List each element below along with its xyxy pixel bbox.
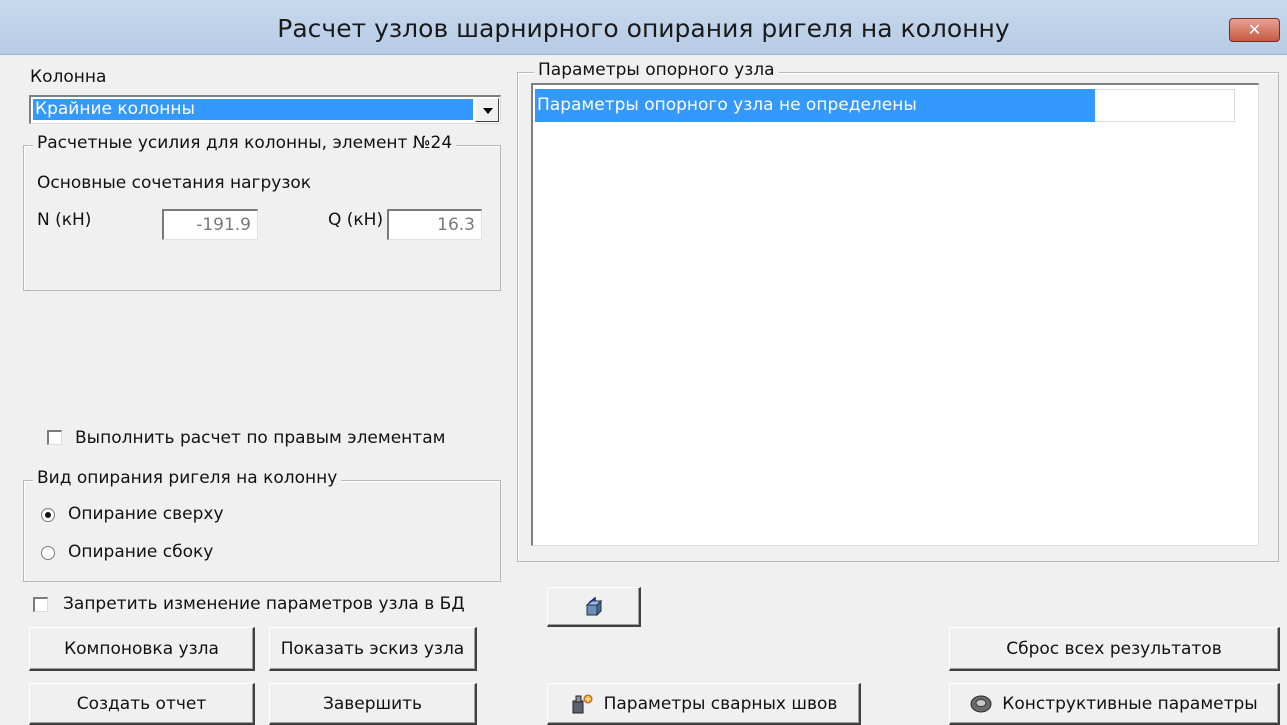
close-button[interactable]: ✕ (1229, 18, 1280, 42)
support-top-label: Опирание сверху (68, 504, 224, 524)
reset-results-button[interactable]: Сброс всех результатов (949, 627, 1280, 671)
weld-params-button-label: Параметры сварных швов (603, 693, 838, 714)
constructive-params-button-label: Конструктивные параметры (1002, 693, 1258, 714)
node-params-legend: Параметры опорного узла (534, 60, 779, 80)
close-icon: ✕ (1247, 20, 1262, 39)
n-value: -191.9 (196, 215, 251, 235)
column-select-value: Крайние колонны (33, 99, 473, 120)
list-item-empty-cell (1095, 89, 1235, 122)
q-field[interactable]: 16.3 (387, 209, 482, 240)
gear-icon (970, 695, 992, 712)
create-report-button[interactable]: Создать отчет (29, 683, 255, 725)
n-label: N (кН) (37, 210, 92, 230)
forces-group: Расчетные усилия для колонны, элемент №2… (23, 133, 501, 291)
layout-button[interactable]: Компоновка узла (29, 627, 255, 671)
support-type-legend: Вид опирания ригеля на колонну (33, 468, 342, 488)
weld-icon (572, 694, 593, 713)
right-elements-checkbox[interactable] (47, 430, 62, 445)
window-title: Расчет узлов шарнирного опирания ригеля … (277, 14, 1010, 43)
n-field[interactable]: -191.9 (162, 209, 258, 240)
support-type-group: Вид опирания ригеля на колонну Опирание … (23, 468, 501, 582)
reset-results-button-label: Сброс всех результатов (1006, 638, 1222, 659)
forbid-db-checkbox[interactable] (33, 597, 48, 612)
load-combination-label: Основные сочетания нагрузок (37, 173, 312, 193)
support-side-radio[interactable] (41, 546, 55, 560)
title-bar: Расчет узлов шарнирного опирания ригеля … (0, 0, 1287, 55)
constructive-params-button[interactable]: Конструктивные параметры (949, 683, 1280, 725)
list-item[interactable]: Параметры опорного узла не определены (535, 89, 1095, 122)
finish-button-label: Завершить (322, 693, 423, 714)
dropdown-arrow-icon[interactable] (475, 98, 499, 122)
q-value: 16.3 (437, 215, 475, 235)
support-side-label: Опирание сбоку (68, 542, 214, 562)
q-label: Q (кН) (328, 210, 384, 230)
column-label: Колонна (30, 67, 107, 87)
create-report-button-label: Создать отчет (76, 693, 207, 714)
weld-params-button[interactable]: Параметры сварных швов (547, 683, 861, 725)
forbid-db-label: Запретить изменение параметров узла в БД (63, 594, 465, 614)
right-elements-label: Выполнить расчет по правым элементам (75, 428, 446, 448)
show-sketch-button[interactable]: Показать эскиз узла (269, 627, 477, 671)
3d-view-icon (585, 596, 602, 616)
show-sketch-button-label: Показать эскиз узла (280, 638, 465, 659)
column-select[interactable]: Крайние колонны (29, 95, 501, 124)
layout-button-label: Компоновка узла (64, 638, 219, 659)
forces-legend: Расчетные усилия для колонны, элемент №2… (33, 133, 457, 153)
support-top-radio[interactable] (41, 508, 55, 522)
node-params-list[interactable]: Параметры опорного узла не определены (531, 83, 1259, 546)
finish-button[interactable]: Завершить (269, 683, 477, 725)
dialog-window: Расчет узлов шарнирного опирания ригеля … (0, 0, 1287, 725)
3d-view-button[interactable] (547, 587, 641, 627)
